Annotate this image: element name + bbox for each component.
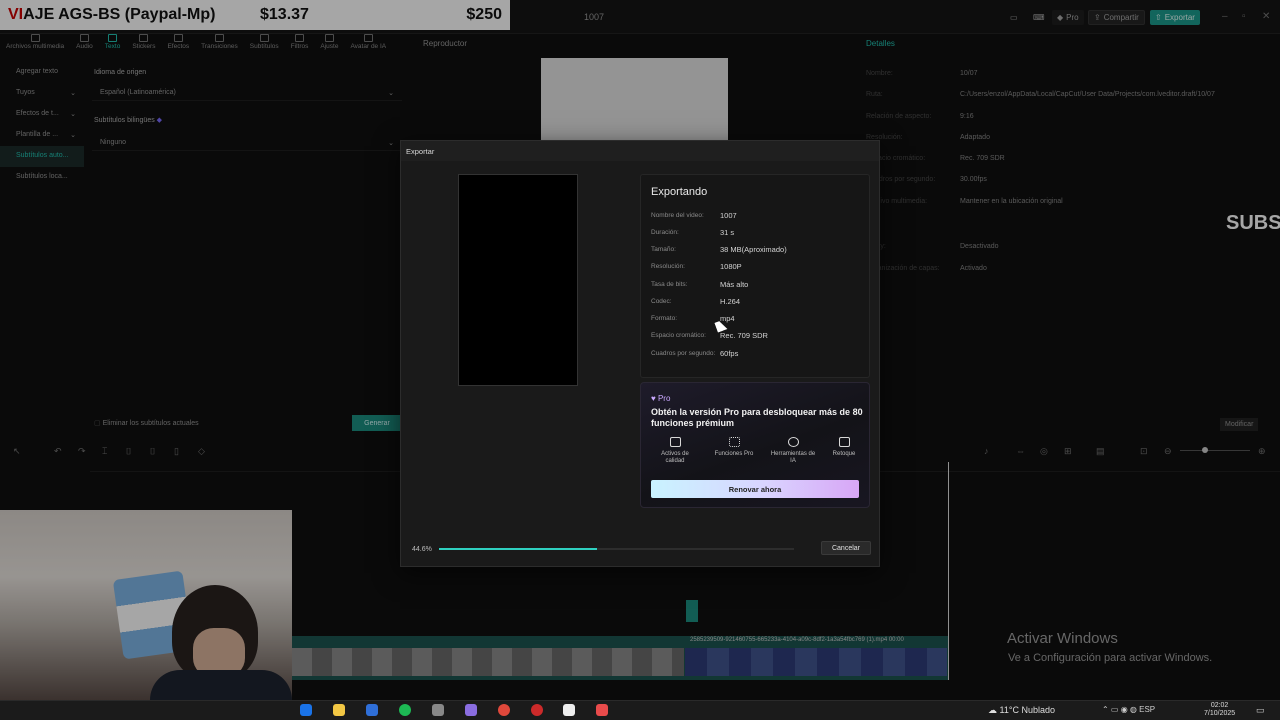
- app-icon[interactable]: [531, 704, 543, 716]
- system-tray[interactable]: ⌃ ▭ ◉ ◍ ESP: [1102, 705, 1155, 714]
- renew-now-button[interactable]: Renovar ahora: [651, 480, 859, 498]
- feature-quality-assets: Activos de calidad: [651, 437, 699, 465]
- pro-upsell-card: ♥ Pro Obtén la versión Pro para desbloqu…: [640, 382, 870, 508]
- settings-icon[interactable]: [432, 704, 444, 716]
- feature-pro-functions: Funciones Pro: [710, 437, 758, 458]
- recorder-icon[interactable]: [596, 704, 608, 716]
- feature-ai-tools: Herramientas de IA: [769, 437, 817, 465]
- chrome-icon[interactable]: [498, 704, 510, 716]
- image-icon: [669, 437, 681, 447]
- magic-wand-icon: [787, 437, 799, 447]
- store-icon[interactable]: [366, 704, 378, 716]
- progress-percent: 44.6%: [412, 546, 432, 553]
- weather-widget[interactable]: ☁ 11°C Nublado: [988, 705, 1055, 716]
- capcut-taskbar-icon[interactable]: [465, 704, 477, 716]
- export-preview: [458, 174, 578, 386]
- grid-icon: [728, 437, 740, 447]
- clock[interactable]: 02:02 7/10/2025: [1204, 702, 1235, 718]
- feature-retouch: Retoque: [820, 437, 868, 458]
- pro-headline: Obtén la versión Pro para desbloquear má…: [651, 407, 863, 428]
- export-info-card: Exportando Nombre del video: 1007 Duració…: [640, 174, 870, 378]
- edge-browser-icon[interactable]: [300, 704, 312, 716]
- file-explorer-icon[interactable]: [333, 704, 345, 716]
- capcut-window: VIAJE AGS-BS (Paypal-Mp) $13.37 $250 100…: [0, 0, 1280, 720]
- exporting-heading: Exportando: [651, 186, 708, 198]
- dialog-header: [401, 141, 879, 161]
- notifications-icon[interactable]: ▭: [1256, 705, 1265, 716]
- export-dialog: Exportar Exportando Nombre del video: 100…: [400, 140, 880, 567]
- windows-taskbar: [0, 700, 1280, 720]
- tray-icons: ⌃ ▭ ◉ ◍: [1102, 705, 1140, 714]
- retouch-icon: [838, 437, 850, 447]
- cloud-icon: ☁: [988, 705, 1000, 715]
- pro-badge: ♥ Pro: [651, 394, 671, 403]
- cancel-button[interactable]: Cancelar: [821, 541, 871, 555]
- spotify-icon[interactable]: [399, 704, 411, 716]
- capcut-icon[interactable]: [563, 704, 575, 716]
- progress-bar: [439, 548, 794, 550]
- progress-bar-fill: [439, 548, 598, 550]
- dialog-title: Exportar: [406, 147, 435, 156]
